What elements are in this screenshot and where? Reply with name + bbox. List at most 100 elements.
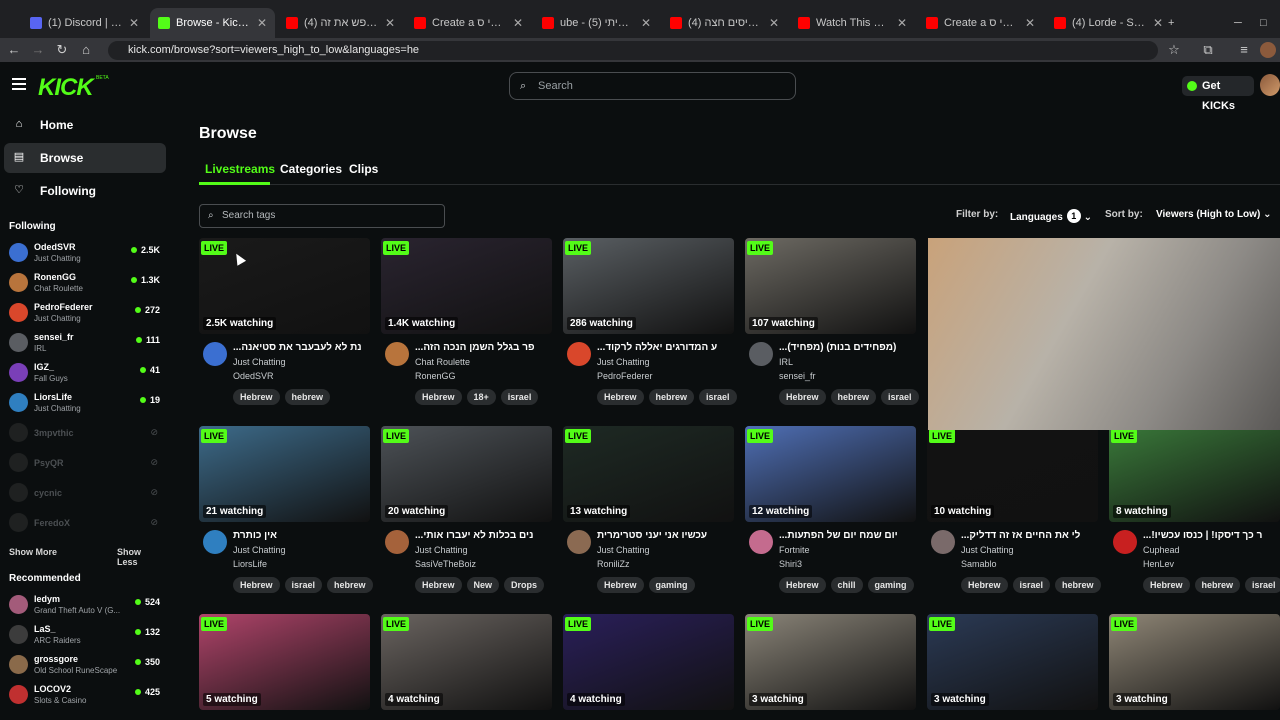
stream-category[interactable]: Just Chatting bbox=[233, 357, 286, 367]
back-icon[interactable]: ← bbox=[6, 42, 22, 58]
streamer-name[interactable]: RoniliZz bbox=[597, 559, 630, 569]
stream-title[interactable]: ע המדורגים יאללה לרקוד... bbox=[597, 342, 734, 353]
search-input[interactable]: ⌕ Search bbox=[509, 72, 796, 100]
tab-livestreams[interactable]: Livestreams bbox=[205, 162, 275, 176]
tag-pill[interactable]: Hebrew bbox=[1143, 577, 1190, 593]
tag-pill[interactable]: Hebrew bbox=[961, 577, 1008, 593]
sidebar-item-browse[interactable]: ▤ Browse bbox=[4, 143, 166, 173]
stream-card[interactable]: LIVE 4 watching bbox=[563, 614, 734, 720]
avatar[interactable] bbox=[385, 530, 409, 554]
tag-pill[interactable]: Hebrew bbox=[233, 389, 280, 405]
stream-category[interactable]: Just Chatting bbox=[961, 545, 1014, 555]
close-icon[interactable]: ✕ bbox=[513, 16, 523, 30]
stream-title[interactable]: נת לא לעבעבר את סטיאנה... bbox=[233, 342, 370, 353]
stream-card[interactable]: LIVE 3 watching bbox=[745, 614, 916, 720]
stream-card[interactable]: LIVE 4 watching bbox=[381, 614, 552, 720]
sidebar-channel[interactable]: PedroFederer Just Chatting 272 bbox=[9, 298, 162, 328]
stream-category[interactable]: Fortnite bbox=[779, 545, 810, 555]
avatar[interactable] bbox=[203, 342, 227, 366]
sidebar-channel[interactable]: sensei_fr IRL 111 bbox=[9, 328, 162, 358]
stream-card[interactable]: LIVE 5 watching bbox=[199, 614, 370, 720]
stream-thumbnail[interactable]: LIVE 21 watching bbox=[199, 426, 370, 522]
tag-pill[interactable]: israel bbox=[881, 389, 919, 405]
stream-thumbnail[interactable]: LIVE 13 watching bbox=[563, 426, 734, 522]
tag-pill[interactable]: chill bbox=[830, 577, 863, 593]
stream-card[interactable]: LIVE 2.5K watching נת לא לעבעבר את סטיאנה.… bbox=[199, 238, 370, 410]
stream-thumbnail[interactable]: LIVE 20 watching bbox=[381, 426, 552, 522]
streamer-name[interactable]: Samablo bbox=[961, 559, 997, 569]
sidebar-channel[interactable]: cycnic ⊘ bbox=[9, 478, 162, 508]
browser-tab[interactable]: ube - ממקום אמיתי (5) ✕ bbox=[534, 8, 659, 38]
profile-avatar[interactable] bbox=[1260, 42, 1276, 58]
stream-thumbnail[interactable]: LIVE 5 watching bbox=[199, 614, 370, 710]
streamer-name[interactable]: Shiri3 bbox=[779, 559, 802, 569]
stream-category[interactable]: Just Chatting bbox=[597, 357, 650, 367]
avatar[interactable] bbox=[749, 530, 773, 554]
close-icon[interactable]: ✕ bbox=[641, 16, 651, 30]
media-control-icon[interactable]: ≡ bbox=[1236, 42, 1252, 58]
sidebar-channel[interactable]: grossgore Old School RuneScape 350 bbox=[9, 650, 162, 680]
menu-icon[interactable] bbox=[12, 78, 26, 90]
tag-pill[interactable]: hebrew bbox=[284, 389, 331, 405]
streamer-name[interactable]: SasiVeTheBoiz bbox=[415, 559, 476, 569]
streamer-name[interactable]: PedroFederer bbox=[597, 371, 653, 381]
avatar[interactable] bbox=[567, 342, 591, 366]
get-kicks-button[interactable]: Get KICKs bbox=[1182, 76, 1254, 112]
tag-pill[interactable]: israel bbox=[500, 389, 539, 405]
tab-clips[interactable]: Clips bbox=[349, 162, 378, 176]
show-more-link[interactable]: Show More bbox=[9, 547, 57, 557]
close-icon[interactable]: ✕ bbox=[385, 16, 395, 30]
streamer-name[interactable]: OdedSVR bbox=[233, 371, 274, 381]
tag-pill[interactable]: israel bbox=[1245, 577, 1280, 593]
stream-thumbnail[interactable]: LIVE 8 watching bbox=[1109, 426, 1280, 522]
home-browser-icon[interactable]: ⌂ bbox=[78, 42, 94, 58]
tag-pill[interactable]: Hebrew bbox=[233, 577, 280, 593]
stream-card[interactable]: LIVE 3 watching bbox=[927, 614, 1098, 720]
stream-card[interactable]: LIVE 8 watching ר כך דיסקו! | כנסו עכשיו!.… bbox=[1109, 426, 1280, 598]
stream-category[interactable]: Just Chatting bbox=[233, 545, 286, 555]
avatar[interactable] bbox=[567, 530, 591, 554]
minimize-icon[interactable]: ─ bbox=[1226, 8, 1246, 38]
tag-pill[interactable]: hebrew bbox=[648, 389, 695, 405]
stream-title[interactable]: נים בכלות לא יעברו אותי... bbox=[415, 530, 552, 541]
tab-categories[interactable]: Categories bbox=[280, 162, 342, 176]
stream-card[interactable]: LIVE 10 watching לי את החיים אז זה דדליק..… bbox=[927, 426, 1101, 598]
sidebar-channel[interactable]: 3mpvthic ⊘ bbox=[9, 418, 162, 448]
stream-card[interactable]: LIVE 20 watching נים בכלות לא יעברו אותי..… bbox=[381, 426, 552, 598]
stream-title[interactable]: לי את החיים אז זה דדליק... bbox=[961, 530, 1098, 541]
sidebar-item-following[interactable]: ♡ Following bbox=[4, 176, 166, 206]
user-avatar[interactable] bbox=[1260, 74, 1280, 96]
avatar[interactable] bbox=[1113, 530, 1137, 554]
sidebar-channel[interactable]: ledym Grand Theft Auto V (G... 524 bbox=[9, 590, 162, 620]
sidebar-channel[interactable]: LaS_ ARC Raiders 132 bbox=[9, 620, 162, 650]
stream-thumbnail[interactable]: LIVE 10 watching bbox=[927, 426, 1098, 522]
browser-tab[interactable]: (4) איתן ניסים חצה ✕ bbox=[662, 8, 787, 38]
stream-title[interactable]: ר כך דיסקו! | כנסו עכשיו!... bbox=[1143, 530, 1280, 541]
tag-pill[interactable]: Hebrew bbox=[415, 389, 462, 405]
stream-category[interactable]: Just Chatting bbox=[597, 545, 650, 555]
extensions-icon[interactable]: ⧉ bbox=[1200, 42, 1216, 58]
kick-logo[interactable]: KICK bbox=[38, 74, 94, 102]
sidebar-channel[interactable]: RonenGG Chat Roulette 1.3K bbox=[9, 268, 162, 298]
stream-title[interactable]: יום שמח יום של הפתעות... bbox=[779, 530, 916, 541]
reload-icon[interactable]: ↻ bbox=[54, 42, 70, 58]
tag-pill[interactable]: Hebrew bbox=[779, 389, 826, 405]
tag-pill[interactable]: New bbox=[466, 577, 500, 593]
stream-thumbnail[interactable]: LIVE 4 watching bbox=[563, 614, 734, 710]
close-icon[interactable]: ✕ bbox=[769, 16, 779, 30]
tag-pill[interactable]: hebrew bbox=[1194, 577, 1241, 593]
tag-pill[interactable]: hebrew bbox=[830, 389, 877, 405]
stream-thumbnail[interactable]: LIVE 3 watching bbox=[927, 614, 1098, 710]
stream-thumbnail[interactable]: LIVE 12 watching bbox=[745, 426, 916, 522]
stream-card[interactable]: LIVE 21 watching אין כותרת Just Chatting Lio… bbox=[199, 426, 373, 598]
forward-icon[interactable]: → bbox=[30, 42, 46, 58]
show-less-link[interactable]: Show Less bbox=[117, 547, 159, 567]
stream-thumbnail[interactable]: LIVE 4 watching bbox=[381, 614, 552, 710]
streamer-name[interactable]: RonenGG bbox=[415, 371, 456, 381]
avatar[interactable] bbox=[385, 342, 409, 366]
new-tab-icon[interactable]: + bbox=[1160, 8, 1180, 38]
streamer-name[interactable]: HenLev bbox=[1143, 559, 1174, 569]
sidebar-channel[interactable]: FeredoX ⊘ bbox=[9, 508, 162, 538]
tag-search-input[interactable]: ⌕ Search tags bbox=[199, 204, 445, 228]
sidebar-item-home[interactable]: ⌂ Home bbox=[4, 110, 166, 140]
